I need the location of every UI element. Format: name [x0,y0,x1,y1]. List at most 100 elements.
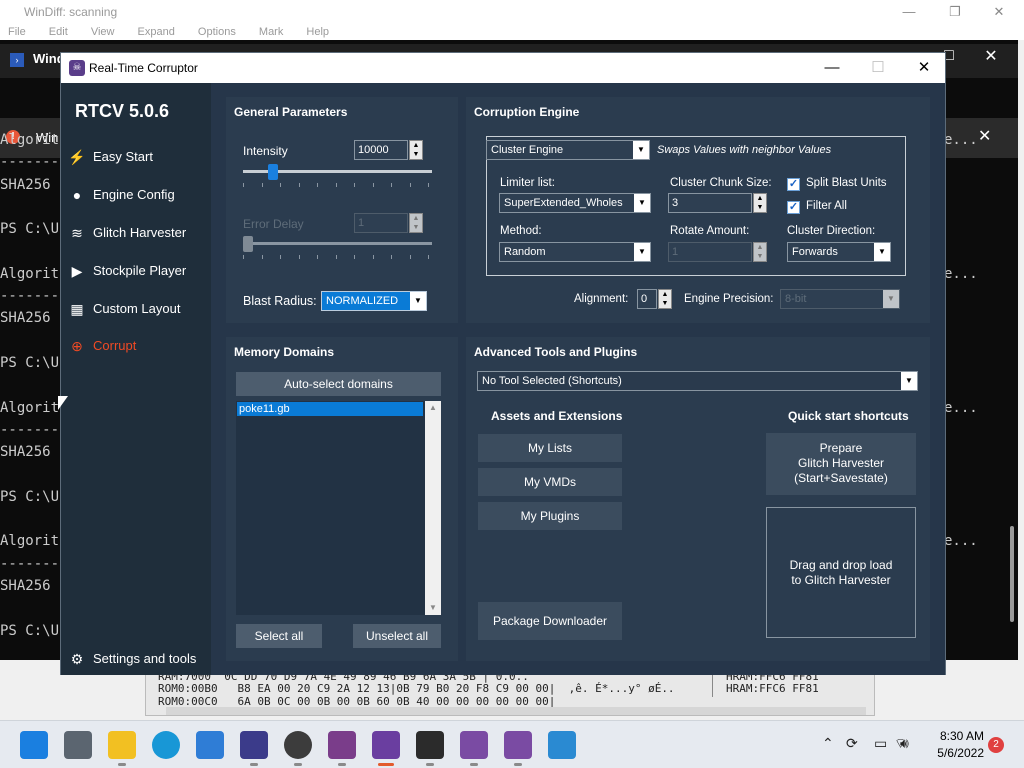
chunk-input[interactable]: 3 [668,193,752,213]
nav-corrupt[interactable]: ⊕ Corrupt [69,335,209,357]
my-plugins-button[interactable]: My Plugins [478,502,622,530]
nav-engine-config[interactable]: ● Engine Config [69,184,209,206]
sync-icon[interactable]: ⟳ [846,735,858,752]
limiter-dropdown[interactable]: SuperExtended_Wholes ▼ [499,193,651,213]
alignment-spinner[interactable]: ▲ ▼ [658,289,672,309]
rtc-close-button[interactable]: ✕ [901,53,947,83]
drag-drop-zone[interactable]: Drag and drop load to Glitch Harvester [766,507,916,638]
settings-and-tools[interactable]: ⚙ Settings and tools [69,648,209,670]
spin-up-icon[interactable]: ▲ [754,243,766,252]
rtc-icon[interactable] [372,731,400,759]
unselect-all-button[interactable]: Unselect all [353,624,441,648]
menu-options[interactable]: Options [198,26,236,38]
clock-date[interactable]: 5/6/2022 [928,746,984,760]
app-icon[interactable] [240,731,268,759]
volume-icon[interactable]: 🔊︎ [900,735,909,752]
terminal-tab-2-close-button[interactable]: ✕ [978,126,991,146]
chevron-down-icon: ▼ [410,292,426,310]
file-explorer-icon[interactable] [108,731,136,759]
terminal-line-ellipsis: e... [944,132,978,148]
menu-edit[interactable]: Edit [49,26,68,38]
app2-icon[interactable] [460,731,488,759]
notification-badge[interactable]: 2 [988,737,1004,753]
rotate-input[interactable]: 1 [668,242,752,262]
terminal-line: Algorit [0,533,60,550]
display-icon[interactable]: ▭ [874,735,887,752]
spin-up-icon[interactable]: ▲ [754,194,766,203]
auto-select-domains-button[interactable]: Auto-select domains [236,372,441,396]
direction-dropdown[interactable]: Forwards ▼ [787,242,891,262]
spin-down-icon[interactable]: ▼ [754,252,766,261]
spin-down-icon[interactable]: ▼ [410,150,422,159]
precision-dropdown[interactable]: 8-bit ▼ [780,289,900,309]
hex-scrollbar[interactable] [166,707,866,715]
rtc-maximize-button[interactable]: ☐ [855,53,901,83]
nav-label: Custom Layout [93,301,181,316]
spin-up-icon[interactable]: ▲ [410,214,422,223]
terminal-close-button[interactable]: ✕ [976,46,1006,66]
store-icon[interactable] [196,731,224,759]
engine-dropdown[interactable]: Cluster Engine ▼ [486,140,650,160]
rtc-content: General Parameters Intensity 10000 ▲ ▼ E… [211,83,945,675]
nav-easy-start[interactable]: ⚡ Easy Start [68,146,209,168]
tool-dropdown[interactable]: No Tool Selected (Shortcuts) ▼ [477,371,918,391]
start-icon[interactable] [20,731,48,759]
error-delay-spinner[interactable]: ▲ ▼ [409,213,423,233]
filter-all-checkbox[interactable]: ✓ [787,201,800,214]
error-delay-input[interactable]: 1 [354,213,408,233]
method-dropdown[interactable]: Random ▼ [499,242,651,262]
blast-radius-label: Blast Radius: [243,294,317,308]
split-blast-checkbox[interactable]: ✓ [787,178,800,191]
spin-up-icon[interactable]: ▲ [410,141,422,150]
blast-radius-dropdown[interactable]: NORMALIZED ▼ [321,291,427,311]
menu-expand[interactable]: Expand [138,26,175,38]
blast-radius-value: NORMALIZED [326,295,399,307]
spin-down-icon[interactable]: ▼ [754,203,766,212]
select-all-button[interactable]: Select all [236,624,322,648]
menu-help[interactable]: Help [306,26,329,38]
windiff-minimize-button[interactable]: — [886,0,932,24]
gamepad-icon[interactable] [284,731,312,759]
package-downloader-button[interactable]: Package Downloader [478,602,622,640]
windiff-maximize-button[interactable]: ❐ [932,0,978,24]
domain-list-scrollbar[interactable]: ▲ ▼ [425,401,441,615]
clock-time[interactable]: 8:30 AM [928,729,984,743]
notepad-icon[interactable] [548,731,576,759]
nav-stockpile-player[interactable]: ▶ Stockpile Player [69,260,209,282]
chunk-spinner[interactable]: ▲ ▼ [753,193,767,213]
scroll-up-icon[interactable]: ▲ [425,401,441,415]
prepare-glitch-harvester-button[interactable]: Prepare Glitch Harvester (Start+Savestat… [766,433,916,495]
error-delay-slider-track[interactable] [243,242,432,245]
advanced-tools-panel: Advanced Tools and Plugins No Tool Selec… [466,337,930,661]
running-indicator [426,763,434,766]
spin-up-icon[interactable]: ▲ [659,290,671,299]
scroll-down-icon[interactable]: ▼ [425,601,441,615]
nav-custom-layout[interactable]: ▦ Custom Layout [69,298,209,320]
error-delay-slider-thumb[interactable] [243,236,253,252]
spin-down-icon[interactable]: ▼ [659,299,671,308]
mouse-cursor-icon [58,396,68,410]
my-vmds-button[interactable]: My VMDs [478,468,622,496]
menu-mark[interactable]: Mark [259,26,283,38]
intensity-slider-thumb[interactable] [268,164,279,180]
intensity-input[interactable]: 10000 [354,140,408,160]
app3-icon[interactable] [504,731,532,759]
task-view-icon[interactable] [64,731,92,759]
chevron-up-icon[interactable]: ⌃ [822,735,834,752]
spin-down-icon[interactable]: ▼ [410,223,422,232]
terminal-icon[interactable] [416,731,444,759]
rtc-minimize-button[interactable]: — [809,53,855,83]
intensity-spinner[interactable]: ▲ ▼ [409,140,423,160]
rotate-spinner[interactable]: ▲ ▼ [753,242,767,262]
edge-icon[interactable] [152,731,180,759]
domain-list-item[interactable]: poke11.gb [237,402,423,416]
menu-view[interactable]: View [91,26,115,38]
notes-icon[interactable] [328,731,356,759]
alignment-input[interactable]: 0 [637,289,657,309]
windiff-menu-bar: File Edit View Expand Options Mark Help [0,24,1024,40]
terminal-scrollbar[interactable] [1010,526,1014,622]
windiff-close-button[interactable]: ✕ [976,0,1022,24]
my-lists-button[interactable]: My Lists [478,434,622,462]
nav-glitch-harvester[interactable]: ≋ Glitch Harvester [69,222,209,244]
menu-file[interactable]: File [8,26,26,38]
